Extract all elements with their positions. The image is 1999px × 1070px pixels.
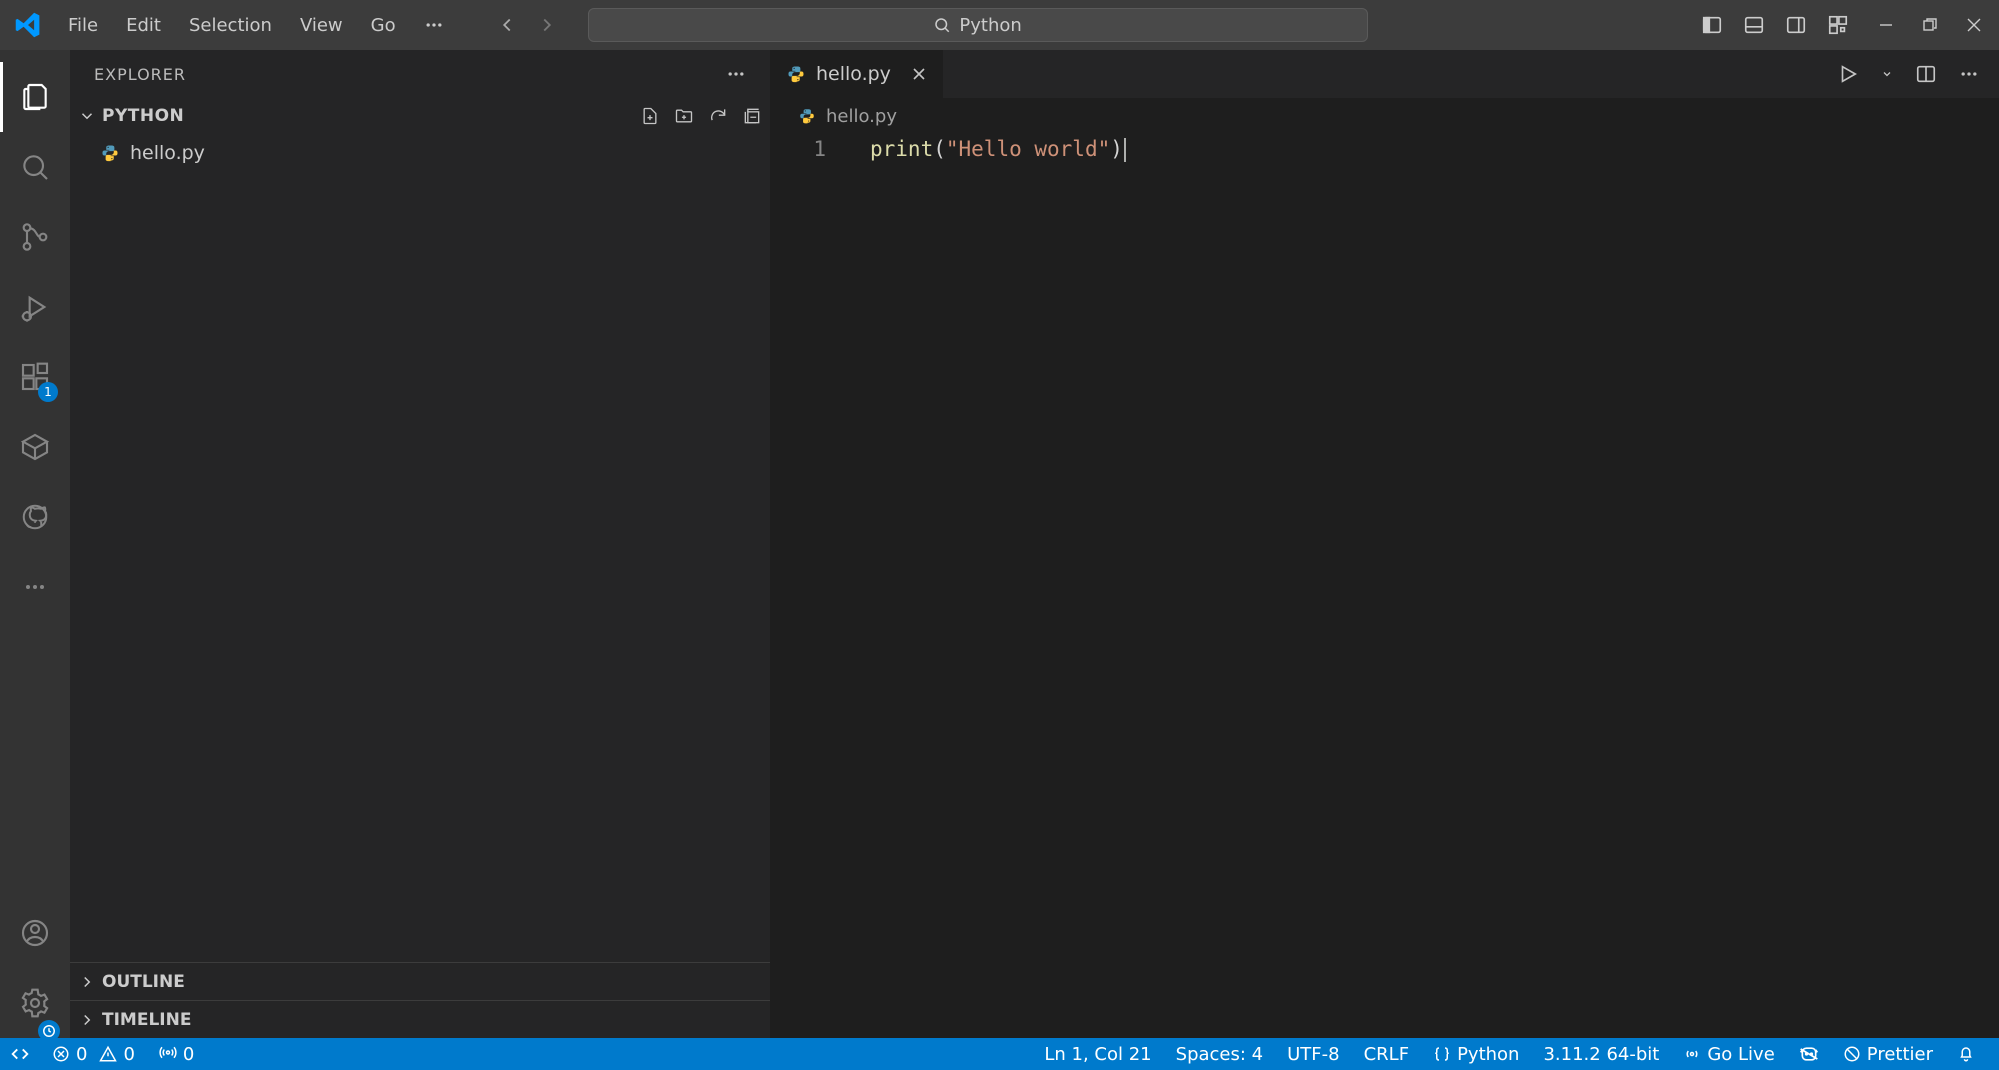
section-timeline-label: TIMELINE [102,1010,191,1030]
status-language-label: Python [1457,1044,1519,1065]
nav-back-icon[interactable] [496,14,518,36]
editor-cursor [1124,138,1126,162]
editor-more-icon[interactable] [1959,64,1979,84]
status-eol[interactable]: CRLF [1352,1038,1421,1070]
status-encoding[interactable]: UTF-8 [1275,1038,1351,1070]
sidebar-more-icon[interactable] [726,64,746,84]
tab-close-icon[interactable] [911,66,927,82]
customize-layout-icon[interactable] [1827,14,1849,36]
titlebar: File Edit Selection View Go Python [0,0,1999,50]
toggle-panel-icon[interactable] [1743,14,1765,36]
radio-tower-icon [159,1045,177,1063]
window-minimize-icon[interactable] [1879,18,1893,32]
activity-run-debug-icon[interactable] [0,272,70,342]
activity-more-icon[interactable] [0,552,70,622]
folder-name: PYTHON [102,106,184,126]
warning-icon [99,1045,117,1063]
activity-settings-gear-icon[interactable] [0,968,70,1038]
python-file-icon [798,107,816,125]
status-bar: 0 0 0 Ln 1, Col 21 Spaces: 4 UTF-8 CRLF … [0,1038,1999,1070]
window-close-icon[interactable] [1967,18,1981,32]
tab-hello-py[interactable]: hello.py [770,50,944,98]
menu-file[interactable]: File [56,11,110,40]
window-maximize-icon[interactable] [1923,18,1937,32]
menu-edit[interactable]: Edit [114,11,173,40]
menu-go[interactable]: Go [359,11,408,40]
toggle-primary-sidebar-icon[interactable] [1701,14,1723,36]
status-indentation[interactable]: Spaces: 4 [1164,1038,1275,1070]
status-language-mode[interactable]: Python [1421,1038,1531,1070]
bell-icon [1957,1045,1975,1063]
status-go-live[interactable]: Go Live [1671,1038,1786,1070]
search-icon [933,16,951,34]
folder-header[interactable]: PYTHON [70,98,770,134]
toggle-secondary-sidebar-icon[interactable] [1785,14,1807,36]
status-ports-count: 0 [183,1044,194,1065]
section-timeline[interactable]: TIMELINE [70,1000,770,1038]
status-ports[interactable]: 0 [147,1038,206,1070]
error-icon [52,1045,70,1063]
explorer-sidebar: EXPLORER PYTHON [70,50,770,1038]
file-name: hello.py [130,142,205,164]
activity-extensions-icon[interactable]: 1 [0,342,70,412]
section-outline[interactable]: OUTLINE [70,962,770,1000]
code-line[interactable]: print("Hello world") [870,134,1999,164]
breadcrumbs[interactable]: hello.py [770,98,1999,134]
status-prettier-label: Prettier [1867,1044,1933,1065]
tab-bar: hello.py [770,50,1999,98]
extensions-update-badge: 1 [38,382,58,402]
new-file-icon[interactable] [640,106,660,126]
editor-group: hello.py hello.py [770,50,1999,1038]
python-file-icon [100,143,120,163]
menu-view[interactable]: View [288,11,355,40]
chevron-right-icon [78,973,96,991]
activity-containers-icon[interactable] [0,412,70,482]
activity-github-icon[interactable] [0,482,70,552]
status-warnings-count: 0 [123,1044,134,1065]
new-folder-icon[interactable] [674,106,694,126]
sidebar-title: EXPLORER [94,65,186,84]
menu-selection[interactable]: Selection [177,11,284,40]
line-number: 1 [770,134,826,164]
vscode-logo-icon [8,11,48,39]
main-menu: File Edit Selection View Go [56,11,456,40]
refresh-icon[interactable] [708,106,728,126]
status-copilot-icon[interactable] [1787,1038,1831,1070]
run-dropdown-icon[interactable] [1881,68,1893,80]
file-row-hello-py[interactable]: hello.py [70,138,770,168]
activity-source-control-icon[interactable] [0,202,70,272]
collapse-all-icon[interactable] [742,106,762,126]
run-file-icon[interactable] [1837,63,1859,85]
file-tree: hello.py [70,134,770,172]
remote-indicator-icon[interactable] [0,1038,40,1070]
activity-bar: 1 [0,50,70,1038]
section-outline-label: OUTLINE [102,972,185,992]
search-placeholder-text: Python [959,15,1021,36]
chevron-down-icon [78,107,96,125]
python-file-icon [786,64,806,84]
status-errors-count: 0 [76,1044,87,1065]
status-cursor-position[interactable]: Ln 1, Col 21 [1032,1038,1163,1070]
nav-forward-icon[interactable] [536,14,558,36]
menu-more-icon[interactable] [412,11,456,40]
status-golive-label: Go Live [1707,1044,1774,1065]
settings-sync-badge-icon [38,1020,60,1042]
breadcrumb-file: hello.py [826,106,897,127]
block-icon [1843,1045,1861,1063]
activity-accounts-icon[interactable] [0,898,70,968]
code-editor[interactable]: 1 print("Hello world") [770,134,1999,1038]
braces-icon [1433,1045,1451,1063]
activity-explorer-icon[interactable] [0,62,70,132]
status-problems[interactable]: 0 0 [40,1038,147,1070]
status-prettier[interactable]: Prettier [1831,1038,1945,1070]
broadcast-icon [1683,1045,1701,1063]
split-editor-icon[interactable] [1915,63,1937,85]
tab-label: hello.py [816,63,891,85]
activity-search-icon[interactable] [0,132,70,202]
chevron-right-icon [78,1011,96,1029]
status-python-interpreter[interactable]: 3.11.2 64-bit [1531,1038,1671,1070]
status-notifications-icon[interactable] [1945,1038,1987,1070]
command-center-search[interactable]: Python [588,8,1368,42]
